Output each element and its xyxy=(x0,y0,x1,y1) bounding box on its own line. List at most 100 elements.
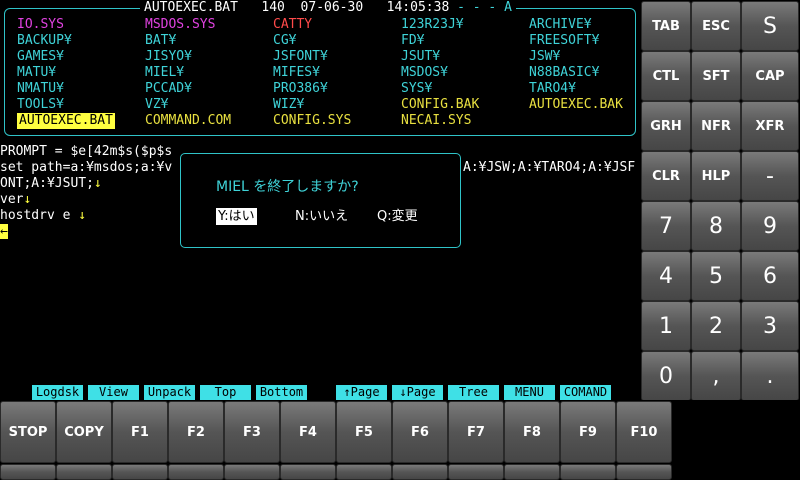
dialog-no-option[interactable]: N:いいえ xyxy=(295,208,348,225)
key-xfr[interactable]: XFR xyxy=(741,101,799,151)
file-entry[interactable]: GAMES¥ xyxy=(17,49,64,65)
file-entry[interactable]: MIFES¥ xyxy=(273,65,320,81)
key-ctl[interactable]: CTL xyxy=(641,51,691,101)
file-entry[interactable]: BACKUP¥ xyxy=(17,33,72,49)
file-entry[interactable]: NECAI.SYS xyxy=(401,113,471,129)
key-9[interactable]: 9 xyxy=(741,201,799,251)
key-5[interactable]: 5 xyxy=(691,251,741,301)
key-cap-label: CAP xyxy=(755,68,785,84)
terminal-screen[interactable]: IO.SYS BACKUP¥ GAMES¥ MATU¥ NMATU¥ TOOLS¥ AUTO… xyxy=(0,0,640,400)
key-f9-label: F9 xyxy=(579,424,597,440)
file-entry[interactable]: TARO4¥ xyxy=(529,81,576,97)
key-comma[interactable]: , xyxy=(691,351,741,401)
file-entry[interactable]: FD¥ xyxy=(401,33,424,49)
key-2[interactable]: 2 xyxy=(691,301,741,351)
file-entry[interactable]: JSFONT¥ xyxy=(273,49,328,65)
key-tab[interactable]: TAB xyxy=(641,1,691,51)
key-stop[interactable]: STOP xyxy=(0,401,56,463)
file-entry[interactable]: AUTOEXEC.BAT xyxy=(17,113,115,129)
file-entry[interactable]: IO.SYS xyxy=(17,17,64,33)
dialog-yes-option[interactable]: Y:はい xyxy=(216,208,257,225)
key-f6[interactable]: F6 xyxy=(392,401,448,463)
fkey-label-10[interactable]: COMAND xyxy=(560,385,611,400)
fkey-label-4[interactable]: Top xyxy=(200,385,251,400)
file-entry[interactable]: CG¥ xyxy=(273,33,296,49)
file-entry[interactable]: WIZ¥ xyxy=(273,97,304,113)
fkey-label-6[interactable]: ↑Page xyxy=(336,385,387,400)
key-7[interactable]: 7 xyxy=(641,201,691,251)
key-0[interactable]: 0 xyxy=(641,351,691,401)
key-3[interactable]: 3 xyxy=(741,301,799,351)
file-entry[interactable]: AUTOEXEC.BAK xyxy=(529,97,623,113)
file-entry[interactable]: NMATU¥ xyxy=(17,81,64,97)
fkey-label-3[interactable]: Unpack xyxy=(144,385,195,400)
key-8[interactable]: 8 xyxy=(691,201,741,251)
key-f3[interactable]: F3 xyxy=(224,401,280,463)
file-entry[interactable]: PRO386¥ xyxy=(273,81,328,97)
file-entry[interactable]: MIEL¥ xyxy=(145,65,184,81)
fkey-label-1[interactable]: Logdsk xyxy=(32,385,83,400)
fkey-label-7[interactable]: ↓Page xyxy=(392,385,443,400)
dialog-change-option[interactable]: Q:変更 xyxy=(377,208,418,225)
key-copy[interactable]: COPY xyxy=(56,401,112,463)
file-entry[interactable]: MATU¥ xyxy=(17,65,56,81)
key-hlp[interactable]: HLP xyxy=(691,151,741,201)
key-row2-1[interactable] xyxy=(0,464,56,480)
key-f10[interactable]: F10 xyxy=(616,401,672,463)
key-f5[interactable]: F5 xyxy=(336,401,392,463)
file-entry[interactable]: BAT¥ xyxy=(145,33,176,49)
file-entry[interactable]: TOOLS¥ xyxy=(17,97,64,113)
file-entry[interactable]: CONFIG.BAK xyxy=(401,97,479,113)
fkey-label-2[interactable]: View xyxy=(88,385,139,400)
key-f8[interactable]: F8 xyxy=(504,401,560,463)
terminal-line-2: set path=a:¥msdos;a:¥v xyxy=(0,160,173,175)
key-f7[interactable]: F7 xyxy=(448,401,504,463)
file-entry[interactable]: MSDOS¥ xyxy=(401,65,448,81)
key-5-label: 5 xyxy=(709,263,723,289)
key-sft[interactable]: SFT xyxy=(691,51,741,101)
key-nfr[interactable]: NFR xyxy=(691,101,741,151)
file-entry[interactable]: MSDOS.SYS xyxy=(145,17,215,33)
key-period[interactable]: . xyxy=(741,351,799,401)
key-clr[interactable]: CLR xyxy=(641,151,691,201)
file-entry[interactable]: SYS¥ xyxy=(401,81,432,97)
key-row2-10[interactable] xyxy=(504,464,560,480)
file-entry[interactable]: CATTY xyxy=(273,17,312,33)
file-entry[interactable]: ARCHIVE¥ xyxy=(529,17,592,33)
key-row2-12[interactable] xyxy=(616,464,672,480)
fkey-label-8[interactable]: Tree xyxy=(448,385,499,400)
key-esc[interactable]: ESC xyxy=(691,1,741,51)
key-row2-4[interactable] xyxy=(168,464,224,480)
key-f1[interactable]: F1 xyxy=(112,401,168,463)
file-entry[interactable]: JSW¥ xyxy=(529,49,560,65)
fkey-label-5[interactable]: Bottom xyxy=(256,385,307,400)
key-f4[interactable]: F4 xyxy=(280,401,336,463)
key-row2-2[interactable] xyxy=(56,464,112,480)
file-entry[interactable]: JSUT¥ xyxy=(401,49,440,65)
key-row2-8[interactable] xyxy=(392,464,448,480)
key-row2-7[interactable] xyxy=(336,464,392,480)
file-entry[interactable]: JISYO¥ xyxy=(145,49,192,65)
file-entry[interactable]: COMMAND.COM xyxy=(145,113,231,129)
file-entry[interactable]: VZ¥ xyxy=(145,97,168,113)
key-6[interactable]: 6 xyxy=(741,251,799,301)
key-row2-11[interactable] xyxy=(560,464,616,480)
key-minus[interactable]: - xyxy=(741,151,799,201)
key-grh[interactable]: GRH xyxy=(641,101,691,151)
file-entry[interactable]: 123R23J¥ xyxy=(401,17,464,33)
key-1[interactable]: 1 xyxy=(641,301,691,351)
key-row2-6[interactable] xyxy=(280,464,336,480)
fkey-label-9[interactable]: MENU xyxy=(504,385,555,400)
key-4[interactable]: 4 xyxy=(641,251,691,301)
file-entry[interactable]: FREESOFT¥ xyxy=(529,33,599,49)
key-f9[interactable]: F9 xyxy=(560,401,616,463)
file-entry[interactable]: CONFIG.SYS xyxy=(273,113,351,129)
key-row2-5[interactable] xyxy=(224,464,280,480)
key-f2[interactable]: F2 xyxy=(168,401,224,463)
key-row2-3[interactable] xyxy=(112,464,168,480)
file-entry[interactable]: N88BASIC¥ xyxy=(529,65,599,81)
key-row2-9[interactable] xyxy=(448,464,504,480)
key-cap[interactable]: CAP xyxy=(741,51,799,101)
file-entry[interactable]: PCCAD¥ xyxy=(145,81,192,97)
key-s[interactable]: S xyxy=(741,1,799,51)
